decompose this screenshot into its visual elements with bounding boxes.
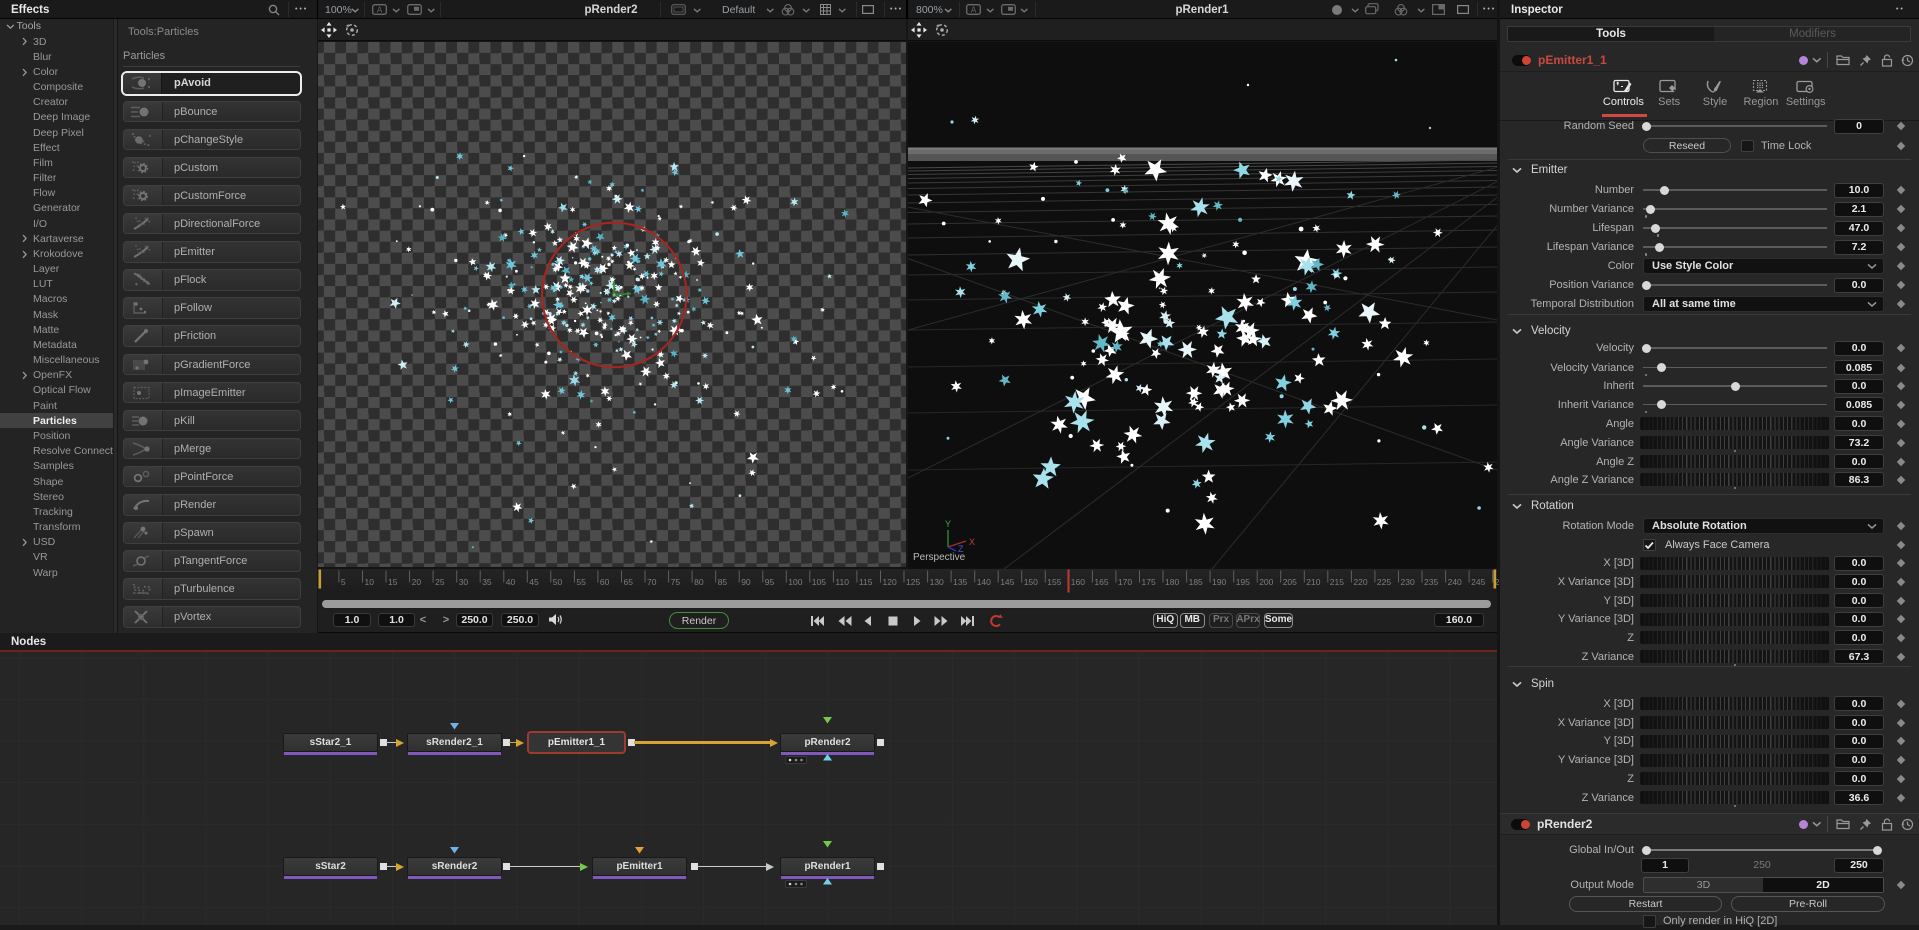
svg-text:75: 75 [671, 577, 681, 587]
svg-text:215: 215 [1330, 577, 1344, 587]
svg-text:15: 15 [388, 577, 398, 587]
svg-text:140: 140 [977, 577, 991, 587]
svg-text:220: 220 [1353, 577, 1367, 587]
svg-text:190: 190 [1212, 577, 1226, 587]
svg-text:95: 95 [765, 577, 775, 587]
svg-text:120: 120 [883, 577, 897, 587]
svg-text:125: 125 [906, 577, 920, 587]
svg-text:55: 55 [576, 577, 586, 587]
svg-text:45: 45 [529, 577, 539, 587]
svg-text:40: 40 [506, 577, 516, 587]
svg-text:80: 80 [694, 577, 704, 587]
svg-text:10: 10 [365, 577, 375, 587]
svg-text:225: 225 [1377, 577, 1391, 587]
svg-text:135: 135 [953, 577, 967, 587]
svg-text:165: 165 [1094, 577, 1108, 587]
svg-text:35: 35 [482, 577, 492, 587]
svg-text:175: 175 [1142, 577, 1156, 587]
svg-text:20: 20 [412, 577, 422, 587]
svg-text:185: 185 [1189, 577, 1203, 587]
svg-text:110: 110 [835, 577, 849, 587]
svg-text:130: 130 [930, 577, 944, 587]
svg-text:60: 60 [600, 577, 610, 587]
svg-text:210: 210 [1306, 577, 1320, 587]
svg-text:Y: Y [945, 519, 951, 529]
svg-text:A: A [971, 6, 977, 15]
svg-text:A: A [377, 6, 383, 15]
svg-text:170: 170 [1118, 577, 1132, 587]
svg-text:30: 30 [459, 577, 469, 587]
svg-text:115: 115 [859, 577, 873, 587]
svg-text:145: 145 [1000, 577, 1014, 587]
svg-text:180: 180 [1165, 577, 1179, 587]
svg-text:160: 160 [1071, 577, 1085, 587]
svg-text:X: X [969, 537, 975, 547]
svg-text:195: 195 [1236, 577, 1250, 587]
svg-text:50: 50 [553, 577, 563, 587]
svg-text:5: 5 [341, 577, 346, 587]
svg-text:150: 150 [1024, 577, 1038, 587]
svg-text:25: 25 [435, 577, 445, 587]
svg-text:90: 90 [741, 577, 751, 587]
svg-text:205: 205 [1283, 577, 1297, 587]
svg-text:85: 85 [718, 577, 728, 587]
svg-text:155: 155 [1047, 577, 1061, 587]
svg-text:105: 105 [812, 577, 826, 587]
svg-text:65: 65 [624, 577, 634, 587]
svg-text:100: 100 [788, 577, 802, 587]
svg-text:70: 70 [647, 577, 657, 587]
svg-text:200: 200 [1259, 577, 1273, 587]
